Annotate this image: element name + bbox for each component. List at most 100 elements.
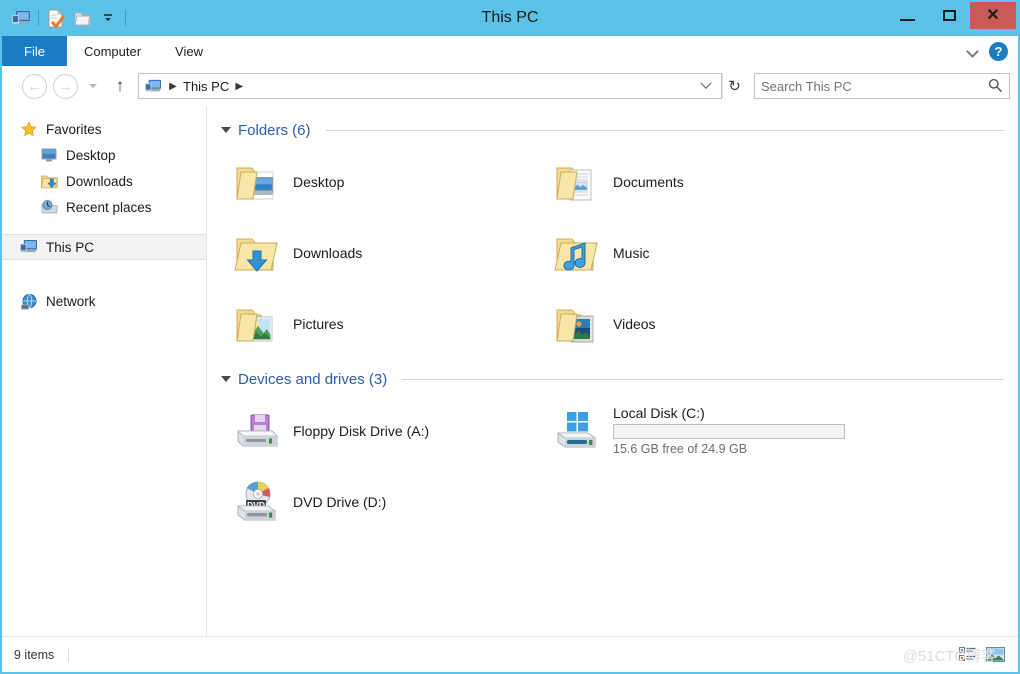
list-item[interactable]: Documents bbox=[545, 146, 865, 217]
devices-tiles: Floppy Disk Drive (A:) Local Disk (C:) 1… bbox=[225, 395, 1004, 537]
help-icon[interactable]: ? bbox=[989, 41, 1008, 61]
sidebar-item-label: Network bbox=[46, 293, 96, 309]
expand-ribbon-icon[interactable] bbox=[968, 46, 979, 57]
large-icons-view-icon[interactable] bbox=[984, 645, 1006, 665]
sidebar-item-label: Favorites bbox=[46, 121, 102, 137]
drive-info: Local Disk (C:) 15.6 GB free of 24.9 GB bbox=[613, 405, 845, 456]
sidebar-gap-2 bbox=[2, 260, 206, 288]
sidebar-item-label: Desktop bbox=[66, 147, 116, 163]
quick-access-toolbar bbox=[0, 0, 130, 36]
list-item[interactable]: Downloads bbox=[225, 217, 545, 288]
collapse-triangle-icon[interactable] bbox=[221, 127, 231, 133]
collapse-triangle-icon[interactable] bbox=[221, 376, 231, 382]
music-folder-icon bbox=[553, 229, 601, 277]
tab-computer[interactable]: Computer bbox=[67, 36, 158, 66]
ribbon-tab-strip: File Computer View ? bbox=[2, 36, 1018, 66]
recent-locations-icon[interactable] bbox=[84, 76, 102, 96]
videos-folder-icon bbox=[553, 300, 601, 348]
list-item-label: Music bbox=[613, 244, 650, 261]
file-explorer-window: This PC ✕ File Computer View ? ← → ↑ ▶ T… bbox=[0, 0, 1020, 674]
breadcrumb-separator-1[interactable]: ▶ bbox=[231, 81, 247, 92]
maximize-button[interactable] bbox=[928, 2, 970, 29]
up-button[interactable]: ↑ bbox=[108, 74, 132, 98]
sidebar-item-network[interactable]: Network bbox=[2, 288, 206, 314]
list-item[interactable]: Floppy Disk Drive (A:) bbox=[225, 395, 545, 466]
sidebar-item-desktop[interactable]: Desktop bbox=[2, 142, 206, 168]
back-button[interactable]: ← bbox=[22, 73, 47, 99]
title-bar: This PC ✕ bbox=[0, 0, 1020, 36]
list-item[interactable]: DVD DVD Drive (D:) bbox=[225, 466, 545, 537]
ribbon-right-controls: ? bbox=[968, 36, 1018, 66]
group-header-devices-and-drives[interactable]: Devices and drives (3) bbox=[217, 367, 1004, 391]
local-disk-icon bbox=[553, 407, 601, 455]
list-item[interactable]: Videos bbox=[545, 288, 865, 359]
navigation-bar: ← → ↑ ▶ This PC ▶ ↻ bbox=[2, 66, 1018, 106]
downloads-folder-icon bbox=[233, 229, 281, 277]
search-icon[interactable] bbox=[987, 78, 1003, 95]
floppy-drive-icon bbox=[233, 407, 281, 455]
capacity-bar bbox=[613, 424, 845, 439]
status-bar: 9 items @51CTO博客 bbox=[2, 636, 1018, 672]
list-item-label: Desktop bbox=[293, 173, 345, 190]
new-folder-icon[interactable] bbox=[69, 5, 95, 31]
capacity-text: 15.6 GB free of 24.9 GB bbox=[613, 442, 748, 456]
sidebar-item-label: Downloads bbox=[66, 173, 133, 189]
status-separator bbox=[68, 647, 70, 662]
address-bar[interactable]: ▶ This PC ▶ bbox=[138, 73, 722, 99]
view-mode-buttons bbox=[956, 645, 1006, 665]
this-pc-icon[interactable] bbox=[8, 5, 34, 31]
tab-view[interactable]: View bbox=[158, 36, 220, 66]
list-item-label: Documents bbox=[613, 173, 684, 190]
address-bar-actions bbox=[695, 74, 717, 98]
address-this-pc-icon bbox=[143, 77, 163, 95]
group-rule bbox=[402, 378, 1004, 380]
tab-file[interactable]: File bbox=[2, 36, 67, 66]
window-title: This PC bbox=[481, 9, 539, 26]
details-view-icon[interactable] bbox=[956, 645, 978, 665]
sidebar-item-downloads[interactable]: Downloads bbox=[2, 168, 206, 194]
minimize-button[interactable] bbox=[886, 2, 928, 29]
star-icon bbox=[20, 120, 38, 138]
list-item[interactable]: Music bbox=[545, 217, 865, 288]
window-controls: ✕ bbox=[886, 2, 1016, 30]
properties-icon[interactable] bbox=[43, 5, 69, 31]
group-rule bbox=[325, 129, 1004, 131]
search-input[interactable] bbox=[761, 78, 987, 94]
search-box[interactable] bbox=[754, 73, 1010, 99]
previous-locations-icon[interactable] bbox=[695, 74, 717, 98]
group-title: Devices and drives (3) bbox=[238, 370, 388, 388]
breadcrumb-separator-0[interactable]: ▶ bbox=[165, 81, 181, 92]
recent-places-icon bbox=[40, 198, 58, 216]
pictures-folder-icon bbox=[233, 300, 281, 348]
close-button[interactable]: ✕ bbox=[970, 2, 1016, 29]
list-item[interactable]: Desktop bbox=[225, 146, 545, 217]
folders-tiles: Desktop Documents Downloads Music Pictur… bbox=[225, 146, 1004, 359]
desktop-icon bbox=[40, 146, 58, 164]
desktop-folder-icon bbox=[233, 158, 281, 206]
item-count-label: 9 items bbox=[14, 647, 55, 662]
list-item-label: Downloads bbox=[293, 244, 363, 261]
minimize-icon bbox=[899, 18, 915, 21]
list-item-label: DVD Drive (D:) bbox=[293, 493, 387, 510]
sidebar-item-label: Recent places bbox=[66, 199, 152, 215]
breadcrumb-this-pc[interactable]: This PC bbox=[181, 79, 231, 94]
sidebar-item-favorites[interactable]: Favorites bbox=[2, 116, 206, 142]
list-item-label: Floppy Disk Drive (A:) bbox=[293, 422, 430, 439]
sidebar-item-this-pc[interactable]: This PC bbox=[2, 234, 206, 260]
close-icon: ✕ bbox=[986, 6, 1000, 24]
content-pane: Folders (6) Desktop Documents Downloads … bbox=[207, 106, 1018, 636]
customize-qat-icon[interactable] bbox=[95, 5, 121, 31]
list-item-label: Local Disk (C:) bbox=[613, 405, 705, 421]
list-item[interactable]: Pictures bbox=[225, 288, 545, 359]
sidebar-item-recent-places[interactable]: Recent places bbox=[2, 194, 206, 220]
list-item-label: Pictures bbox=[293, 315, 344, 332]
refresh-button[interactable]: ↻ bbox=[722, 74, 746, 98]
list-item[interactable]: Local Disk (C:) 15.6 GB free of 24.9 GB bbox=[545, 395, 875, 466]
group-title: Folders (6) bbox=[238, 121, 311, 139]
group-header-folders[interactable]: Folders (6) bbox=[217, 118, 1004, 142]
downloads-folder-icon bbox=[40, 172, 58, 190]
forward-button[interactable]: → bbox=[53, 73, 78, 99]
navigation-pane: Favorites Desktop Downloads Recent place… bbox=[2, 106, 207, 636]
documents-folder-icon bbox=[553, 158, 601, 206]
qat-separator-2 bbox=[125, 10, 126, 26]
